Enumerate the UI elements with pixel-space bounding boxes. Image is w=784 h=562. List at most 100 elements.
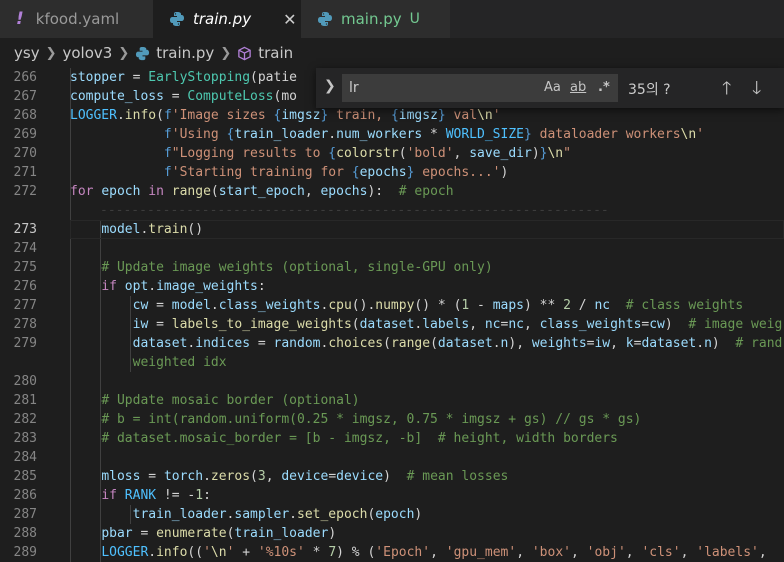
toggle-replace-icon[interactable]: ❯	[324, 78, 336, 94]
line-number: 268	[13, 108, 37, 123]
code-token: ,	[625, 545, 642, 560]
match-whole-word-toggle[interactable]: ab	[570, 80, 586, 95]
code-token: weighted idx	[132, 355, 227, 370]
code-token: # dataset.mosaic_border = [b - imgsz, -b…	[101, 431, 618, 446]
code-token: ,	[571, 545, 587, 560]
code-token: .	[203, 469, 211, 484]
code-token: 1	[195, 488, 204, 503]
code-token: (	[156, 108, 164, 123]
code-line[interactable]: weighted idx	[0, 353, 784, 372]
code-token: )	[664, 317, 689, 332]
code-token: .	[148, 279, 157, 294]
code-token: cw	[649, 317, 665, 332]
code-token: =	[124, 70, 149, 85]
code-line[interactable]: 269 f'Using {train_loader.num_workers * …	[0, 125, 784, 144]
code-line[interactable]: 280	[0, 372, 784, 391]
code-line[interactable]: 288 pbar = enumerate(train_loader)	[0, 524, 784, 543]
code-token: zeros	[210, 469, 251, 484]
chevron-right-icon: ❯	[220, 45, 232, 61]
code-line[interactable]	[0, 201, 784, 220]
tab-main-py[interactable]: main.py U	[301, 0, 450, 38]
breadcrumb-folder-yolov3[interactable]: yolov3	[62, 44, 112, 62]
find-widget: ❯ lr Aa ab .* 35의 ? 🡑 🡓	[316, 68, 784, 108]
code-line[interactable]: 275 # Update image weights (optional, si…	[0, 258, 784, 277]
code-token: weights	[531, 336, 587, 351]
previous-match-icon[interactable]: 🡑	[722, 76, 731, 106]
code-token: -	[469, 298, 493, 313]
code-token: # rand	[735, 336, 783, 351]
code-line[interactable]: 279 dataset.indices = random.choices(ran…	[0, 334, 784, 353]
code-line[interactable]: 283 # dataset.mosaic_border = [b - imgsz…	[0, 429, 784, 448]
code-token: :	[203, 488, 211, 503]
code-token: indices	[195, 336, 251, 351]
code-token: =	[140, 469, 164, 484]
code-text: LOGGER.info(('\n' + '%10s' * 7) % ('Epoc…	[70, 543, 766, 562]
code-token: \n	[210, 545, 227, 560]
code-line[interactable]: 281 # Update mosaic border (optional)	[0, 391, 784, 410]
code-line[interactable]: 277 cw = model.class_weights.cpu().numpy…	[0, 296, 784, 315]
code-token: ),	[508, 336, 532, 351]
code-line[interactable]: 278 iw = labels_to_image_weights(dataset…	[0, 315, 784, 334]
code-token: random	[273, 336, 321, 351]
code-token: image_weights	[156, 279, 258, 294]
code-token: +	[234, 545, 258, 560]
code-token: (mo	[273, 89, 297, 104]
code-token: ,	[680, 545, 697, 560]
code-line[interactable]: 272 for epoch in range(start_epoch, epoch…	[0, 182, 784, 201]
code-line[interactable]: 271 f'Starting training for {epochs} epo…	[0, 163, 784, 182]
breadcrumb-file[interactable]: train.py	[156, 44, 214, 62]
code-token: :	[257, 279, 266, 294]
code-editor[interactable]: ----------------------------------------…	[0, 68, 784, 562]
line-number: 272	[13, 184, 37, 199]
code-line[interactable]: 284	[0, 448, 784, 467]
code-token: RANK	[124, 488, 157, 503]
breadcrumb-folder-ysy[interactable]: ysy	[14, 44, 40, 62]
close-icon[interactable]: ✕	[283, 10, 296, 29]
code-token: compute_loss	[70, 89, 164, 104]
match-case-toggle[interactable]: Aa	[544, 80, 561, 95]
code-token: nc	[594, 298, 611, 313]
code-token: nc	[508, 317, 524, 332]
code-line[interactable]: 274	[0, 239, 784, 258]
code-line[interactable]: 285 mloss = torch.zeros(3, device=device…	[0, 467, 784, 486]
code-text: train_loader.sampler.set_epoch(epoch)	[70, 505, 423, 524]
code-token: }	[437, 108, 446, 123]
code-line[interactable]: 287 train_loader.sampler.set_epoch(epoch…	[0, 505, 784, 524]
code-line[interactable]: 273 model.train()	[0, 220, 784, 239]
tab-kfood-yaml[interactable]: ! kfood.yaml	[0, 0, 153, 38]
code-token: =	[328, 469, 337, 484]
line-number: 270	[13, 146, 37, 161]
code-line[interactable]: 270 f"Logging results to {colorstr('bold…	[0, 144, 784, 163]
code-text: if opt.image_weights:	[70, 277, 266, 296]
code-token: (	[210, 184, 219, 199]
code-line[interactable]: 276 if opt.image_weights:	[0, 277, 784, 296]
code-line[interactable]: 289 LOGGER.info(('\n' + '%10s' * 7) % ('…	[0, 543, 784, 562]
code-token: )	[524, 298, 532, 313]
code-token: iw	[132, 317, 149, 332]
tab-train-py[interactable]: train.py ✕	[153, 0, 301, 38]
code-token: # mean losses	[406, 469, 509, 484]
code-token: range	[390, 336, 431, 351]
code-token: n	[704, 336, 712, 351]
code-line[interactable]: 268 LOGGER.info(f'Image sizes {imgsz} tra…	[0, 106, 784, 125]
breadcrumb-symbol[interactable]: train	[258, 44, 293, 62]
python-file-icon	[170, 12, 184, 26]
code-token: ,	[610, 336, 626, 351]
line-number: 284	[13, 450, 37, 465]
code-token: .	[289, 507, 297, 522]
code-token: cpu	[328, 298, 352, 313]
code-line[interactable]: 286 if RANK != -1:	[0, 486, 784, 505]
code-text: f'Starting training for {epochs} epochs.…	[70, 163, 508, 182]
code-token: ,	[524, 317, 540, 332]
next-match-icon[interactable]: 🡓	[752, 76, 761, 106]
code-line[interactable]: 282 # b = int(random.uniform(0.25 * imgs…	[0, 410, 784, 429]
regex-toggle[interactable]: .*	[598, 80, 610, 95]
